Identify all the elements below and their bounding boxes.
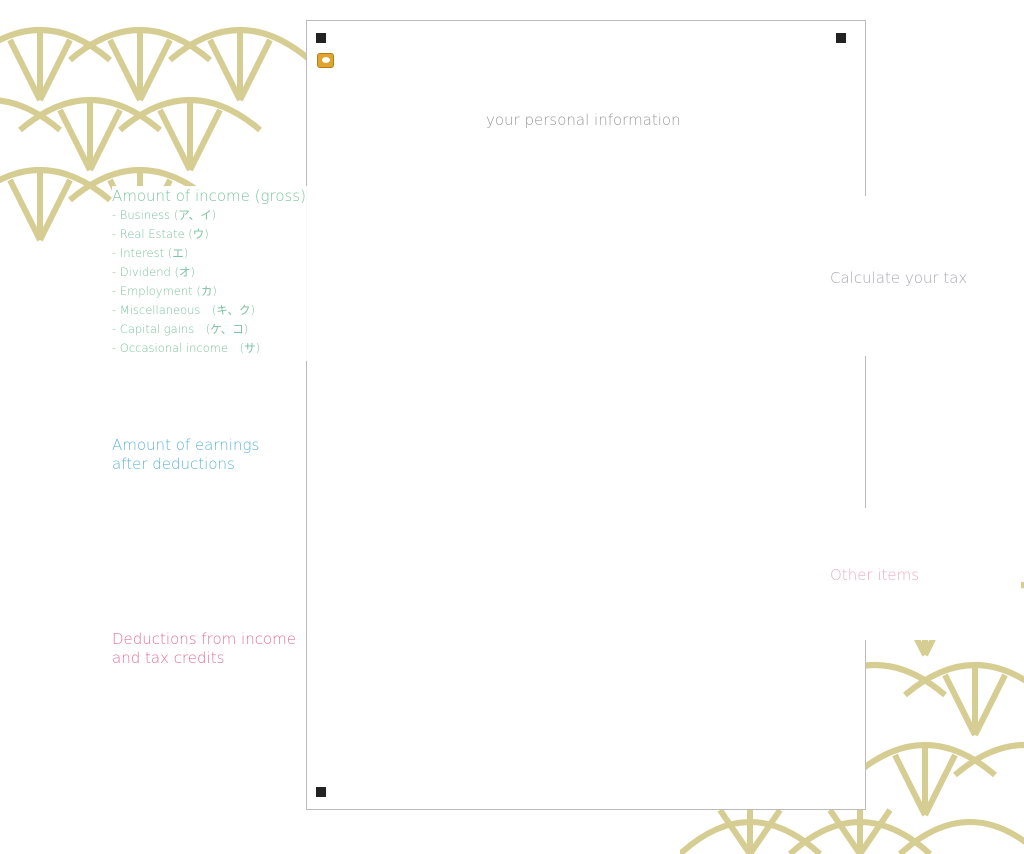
- tax-return-form-sheet: [306, 20, 866, 810]
- earnings-annotation: Amount of earnings after deductions: [112, 436, 259, 474]
- registration-mark: [316, 33, 326, 43]
- earnings-annotation-line: after deductions: [112, 455, 235, 473]
- other-annotation: Other items: [830, 566, 920, 584]
- income-annotation: Amount of income (gross) - Business (ア、イ…: [112, 187, 306, 358]
- income-annotation-item: - Business (ア、イ): [112, 208, 217, 222]
- personal-info-overlay: your personal information: [480, 109, 687, 131]
- registration-mark: [836, 33, 846, 43]
- deductions-annotation: Deductions from income and tax credits: [112, 630, 296, 668]
- income-annotation-item: - Capital gains (ケ、コ): [112, 322, 249, 336]
- earnings-annotation-line: Amount of earnings: [112, 436, 260, 454]
- income-annotation-item: - Interest (エ): [112, 246, 189, 260]
- income-annotation-title: Amount of income (gross): [112, 187, 306, 205]
- comment-icon[interactable]: [317, 53, 334, 68]
- income-annotation-item: - Miscellaneous (キ、ク): [112, 303, 255, 317]
- income-annotation-item: - Occasional income (サ): [112, 341, 261, 355]
- registration-mark: [316, 787, 326, 797]
- income-annotation-list: - Business (ア、イ) - Real Estate (ウ) - Inter…: [112, 206, 306, 358]
- deductions-annotation-line: Deductions from income: [112, 630, 296, 648]
- calc-annotation: Calculate your tax: [830, 269, 968, 287]
- income-annotation-item: - Dividend (オ): [112, 265, 195, 279]
- deductions-annotation-line: and tax credits: [112, 649, 225, 667]
- income-annotation-item: - Real Estate (ウ): [112, 227, 209, 241]
- income-annotation-item: - Employment (カ): [112, 284, 217, 298]
